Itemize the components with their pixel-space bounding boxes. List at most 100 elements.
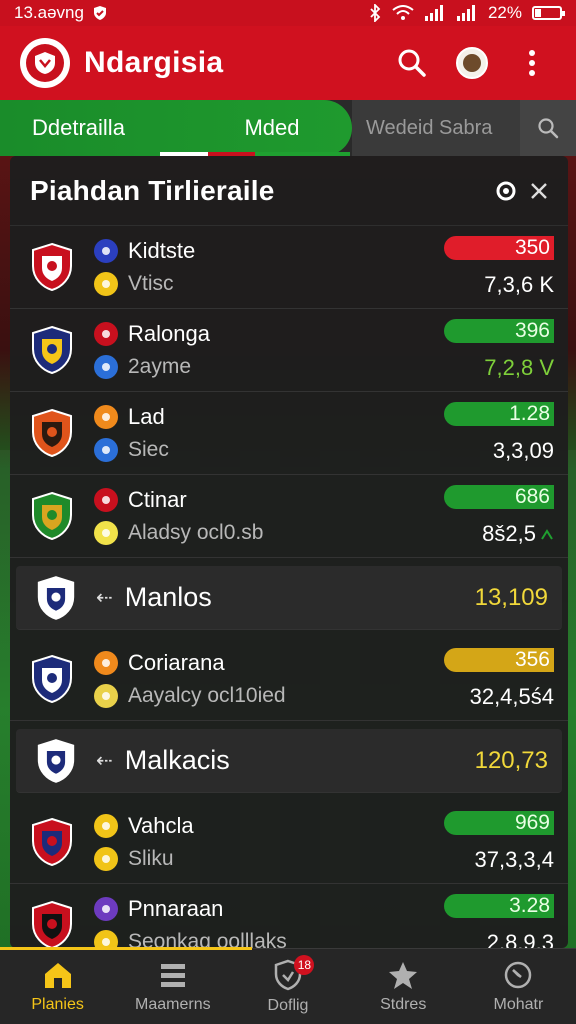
secondary-value-text: 7,2,8 V <box>484 355 554 380</box>
team-a-badge-icon <box>94 651 118 675</box>
secondary-value-text: 37,3,3,4 <box>474 847 554 872</box>
battery-percent: 22% <box>487 3 522 22</box>
profile-button[interactable] <box>448 39 496 87</box>
search-button[interactable] <box>388 39 436 87</box>
secondary-value: 7,2,8 V <box>484 355 554 381</box>
close-icon <box>531 182 547 199</box>
tab-mded[interactable]: Mded <box>192 100 352 156</box>
secondary-value-text: 2,8,9,3 <box>486 930 554 948</box>
search-submit-button[interactable] <box>520 100 576 156</box>
secondary-value-text: 8š2,5 <box>482 521 536 546</box>
battery-icon <box>532 6 565 20</box>
nav-label: Mohatr <box>493 995 544 1013</box>
match-row[interactable]: Lad Siec 1.28 3,3,09 <box>10 392 568 475</box>
search-field[interactable]: Wedeid Sabra <box>352 100 576 156</box>
primary-value-pill: 1.28 <box>444 402 554 426</box>
secondary-value: 3,3,09 <box>493 438 554 464</box>
team-b-badge-icon <box>94 521 118 545</box>
team-crest-icon <box>37 575 75 620</box>
nav-item-doflig[interactable]: 18 Doflig <box>230 949 345 1024</box>
match-row[interactable]: Ralonga 2ayme 396 7,2,8 V <box>10 309 568 392</box>
signal-icon <box>424 5 443 21</box>
avatar <box>456 47 488 79</box>
nav-item-mohatr[interactable]: Mohatr <box>461 949 576 1024</box>
primary-value-pill: 396 <box>444 319 554 343</box>
featured-team-name: Malkacis <box>124 745 230 775</box>
trend-up-icon <box>541 529 553 540</box>
row-values: 686 8š2,5 <box>444 485 554 547</box>
team-a-name: Ralonga <box>128 321 210 346</box>
tab-ddetrailla[interactable]: Ddetrailla <box>0 100 192 156</box>
featured-value: 120,73 <box>474 746 548 774</box>
team-b-name: Sliku <box>128 847 174 870</box>
nav-item-maamerns[interactable]: Maamerns <box>115 949 230 1024</box>
team-lines: Vahcla Sliku <box>94 813 444 871</box>
more-options-button[interactable] <box>508 39 556 87</box>
team-a-badge-icon <box>94 405 118 429</box>
app-bar: Ndargisia <box>0 26 576 100</box>
team-a-name: Lad <box>128 404 165 429</box>
team-lines: Kidtste Vtisc <box>94 238 444 296</box>
bluetooth-icon <box>370 4 381 22</box>
panel-title: Piahdan Tirlieraile <box>30 174 275 206</box>
primary-value-pill: 969 <box>444 811 554 835</box>
toggle-button[interactable] <box>496 181 516 201</box>
team-a-badge-icon <box>94 322 118 346</box>
search-icon <box>538 118 559 139</box>
team-b-badge-icon <box>94 272 118 296</box>
search-icon <box>398 49 426 77</box>
team-b-name: Aayalcy ocl10ied <box>128 684 286 707</box>
app-logo[interactable] <box>20 38 70 88</box>
team-crest-icon <box>32 654 72 704</box>
secondary-value-text: 3,3,09 <box>492 438 554 463</box>
match-row[interactable]: Ctinar Aladsy ocl0.sb 686 8š2,5 <box>10 475 568 558</box>
toggle-icon <box>496 181 516 200</box>
signal-icon-2 <box>456 5 475 21</box>
featured-value: 13,109 <box>474 583 548 611</box>
team-crest-icon <box>32 817 72 867</box>
status-time: 13.aǝvng <box>14 3 84 22</box>
list-icon <box>160 963 185 987</box>
team-b-badge-icon <box>94 847 118 871</box>
wifi-icon <box>392 5 414 20</box>
match-row[interactable]: Pnnaraan Seonkag oolllaks 3.28 2,8,9,3 <box>10 884 568 948</box>
bottom-nav: Planies Maamerns 18 Doflig Stdres Mohatr <box>0 947 576 1024</box>
team-a-badge-icon <box>94 488 118 512</box>
match-row[interactable]: Kidtste Vtisc 350 7,3,6 K <box>10 226 568 309</box>
team-crest-icon <box>32 242 72 292</box>
team-a-name: Pnnaraan <box>128 896 224 921</box>
match-row[interactable]: Coriarana Aayalcy ocl10ied 356 32,4,5ś4 <box>10 638 568 721</box>
app-title: Ndargisia <box>84 46 224 79</box>
team-b-badge-icon <box>94 438 118 462</box>
team-b-name: Seonkag oolllaks <box>128 930 287 948</box>
swap-icon: ⇠ <box>96 750 113 772</box>
team-b-name: Aladsy ocl0.sb <box>128 521 264 544</box>
team-a-name: Coriarana <box>128 650 225 675</box>
team-lines: Ralonga 2ayme <box>94 321 444 379</box>
notification-badge: 18 <box>294 955 315 975</box>
primary-value-pill: 686 <box>444 485 554 509</box>
nav-item-stdres[interactable]: Stdres <box>346 949 461 1024</box>
team-crest-icon <box>32 408 72 458</box>
row-values: 396 7,2,8 V <box>444 319 554 381</box>
shield-status-icon <box>93 6 106 20</box>
featured-team-name: Manlos <box>124 582 212 612</box>
close-button[interactable] <box>530 182 548 200</box>
team-a-name: Vahcla <box>128 813 194 838</box>
featured-row[interactable]: ⇠ Malkacis 120,73 <box>16 729 562 793</box>
featured-row[interactable]: ⇠ Manlos 13,109 <box>16 566 562 630</box>
row-values: 1.28 3,3,09 <box>444 402 554 464</box>
match-row[interactable]: Vahcla Sliku 969 37,3,3,4 <box>10 801 568 884</box>
team-a-badge-icon <box>94 239 118 263</box>
team-lines: Ctinar Aladsy ocl0.sb <box>94 487 444 545</box>
status-bar: 13.aǝvng 22% <box>0 0 576 26</box>
team-a-name: Kidtste <box>128 238 196 263</box>
nav-label: Planies <box>31 995 84 1013</box>
secondary-value: 8š2,5 <box>482 521 554 547</box>
secondary-value: 7,3,6 K <box>484 272 554 298</box>
primary-value-pill: 350 <box>444 236 554 260</box>
nav-item-planies[interactable]: Planies <box>0 947 253 1024</box>
team-b-name: 2ayme <box>128 355 192 378</box>
team-lines: Coriarana Aayalcy ocl10ied <box>94 650 444 708</box>
tabs-row: Ddetrailla Mded Wedeid Sabra <box>0 100 576 156</box>
